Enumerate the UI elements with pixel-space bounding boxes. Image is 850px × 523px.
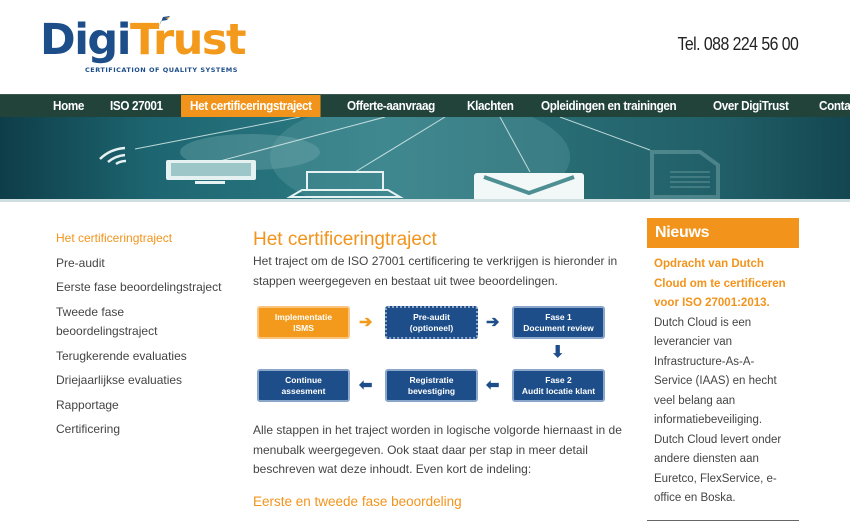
news-panel: Nieuws Opdracht van Dutch Cloud om te ce… — [647, 218, 799, 521]
page-title: Het certificeringtraject — [253, 229, 437, 250]
logo-flag-icon — [159, 16, 170, 27]
description-paragraph: Alle stappen in het traject worden in lo… — [253, 423, 622, 476]
nav-iso-27001[interactable]: ISO 27001 — [101, 95, 172, 118]
main-navigation: Home ISO 27001 Het certificeringstraject… — [0, 94, 850, 118]
nav-offerte-aanvraag[interactable]: Offerte-aanvraag — [338, 95, 444, 118]
monitor-icon — [166, 160, 256, 184]
section-heading: Eerste en tweede fase beoordeling — [253, 493, 462, 509]
arrow-down-icon: ⬇ — [551, 344, 565, 361]
sidebar-item-tweede-fase[interactable]: Tweede fase beoordelingstraject — [56, 303, 226, 342]
sidebar-item-rapportage[interactable]: Rapportage — [56, 396, 226, 416]
flow-step-fase-1: Fase 1 Document review — [512, 306, 605, 339]
flow-step-registratie: Registratie bevestiging — [385, 369, 478, 402]
flow-step-continue: Continue assesment — [257, 369, 350, 402]
hero-banner — [0, 117, 850, 202]
flow-step-implementatie: Implementatie ISMS — [257, 306, 350, 339]
sidebar-item-certificeringtraject[interactable]: Het certificeringtraject — [56, 229, 226, 249]
news-item-title[interactable]: Opdracht van Dutch Cloud om te certifice… — [654, 255, 792, 314]
flow-step-fase-2: Fase 2 Audit locatie klant — [512, 369, 605, 402]
digitrust-logo[interactable]: DigiTrust CERTIFICATION OF QUALITY SYSTE… — [40, 14, 260, 78]
arrow-left-icon: ⬅ — [359, 377, 373, 394]
main-content: Het certificeringtraject Het traject om … — [253, 228, 633, 509]
wifi-icon — [99, 146, 127, 166]
sidebar-item-pre-audit[interactable]: Pre-audit — [56, 254, 226, 274]
nav-klachten[interactable]: Klachten — [458, 95, 523, 118]
mail-icon — [474, 173, 584, 199]
sidebar-item-driejaarlijkse-evaluaties[interactable]: Driejaarlijkse evaluaties — [56, 371, 226, 391]
logo-wordmark: DigiTrust — [40, 15, 247, 65]
sidebar-item-terugkerende-evaluaties[interactable]: Terugkerende evaluaties — [56, 347, 226, 367]
arrow-right-icon: ➔ — [359, 314, 373, 331]
news-item-text: Dutch Cloud is een leverancier van Infra… — [654, 316, 782, 505]
news-header: Nieuws — [647, 218, 799, 248]
document-icon — [650, 150, 720, 199]
arrow-left-icon: ⬅ — [486, 377, 500, 394]
sidebar-navigation: Het certificeringtraject Pre-audit Eerst… — [56, 229, 226, 445]
sidebar-item-certificering[interactable]: Certificering — [56, 420, 226, 440]
nav-contact[interactable]: Contact — [810, 95, 850, 118]
nav-certificeringstraject[interactable]: Het certificeringstraject — [181, 95, 321, 118]
phone-number: Tel. 088 224 56 00 — [677, 34, 798, 54]
nav-home[interactable]: Home — [44, 95, 93, 118]
process-flow-diagram: Implementatie ISMS ➔ Pre-audit (optionee… — [253, 306, 633, 418]
flow-step-pre-audit: Pre-audit (optioneel) — [385, 306, 478, 339]
sidebar-item-eerste-fase[interactable]: Eerste fase beoordelingstraject — [56, 278, 226, 298]
intro-paragraph: Het traject om de ISO 27001 certificerin… — [253, 254, 618, 288]
logo-tagline: CERTIFICATION OF QUALITY SYSTEMS — [85, 66, 238, 74]
news-divider — [647, 520, 799, 521]
nav-over-digitrust[interactable]: Over DigiTrust — [704, 95, 798, 118]
arrow-right-icon: ➔ — [486, 314, 500, 331]
nav-opleidingen[interactable]: Opleidingen en trainingen — [532, 95, 685, 118]
